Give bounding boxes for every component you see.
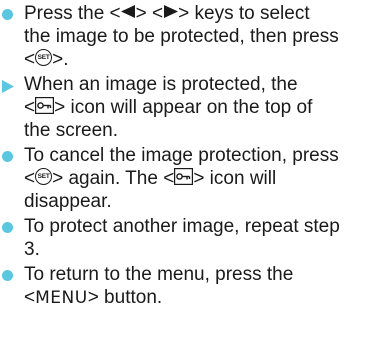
text-segment: < [24,49,36,70]
text-line: < > icon will appear on the top of [24,96,312,119]
instruction-list: Press the < > < > keys to select the image… [0,0,384,345]
text-segment: > button. [87,287,163,308]
right-triangle-icon [164,5,179,19]
text-line: < SET > again. The < > icon will [24,167,276,190]
text-segment: Press the < [24,3,121,24]
text-line: To cancel the image protection, press [24,144,339,167]
text-line: the image to be protected, then press [24,25,339,48]
set-button-icon: SET [35,49,53,67]
text-line: <MENU> button. [24,286,162,310]
set-button-icon: SET [35,168,53,186]
text-segment: To return to the menu, press the [24,264,294,285]
text-segment: > keys to select [178,3,310,24]
bullet-marker [2,270,13,281]
text-line: To return to the menu, press the [24,263,293,286]
text-segment: the screen. [24,120,118,141]
text-line: the screen. [24,119,118,142]
text-line: To protect another image, repeat step [24,215,340,238]
bullet-marker [2,222,13,233]
text-segment: < [24,287,36,308]
bullet-marker [2,151,13,162]
protect-key-icon [174,168,194,186]
menu-button-label: MENU [35,288,88,308]
text-segment: > again. The < [52,168,175,189]
left-triangle-icon [120,5,135,19]
text-segment: To cancel the image protection, press [24,145,339,166]
arrow-marker [2,80,14,93]
text-line: Press the < > < > keys to select [24,2,310,25]
protect-key-icon [35,97,55,115]
text-line: < SET >. [24,48,68,71]
text-line: 3. [24,238,40,261]
text-segment: To protect another image, repeat step [24,216,340,237]
text-segment: When an image is protected, the [24,74,298,95]
text-segment: disappear. [24,191,112,212]
text-segment: 3. [24,239,40,260]
text-segment: the image to be protected, then press [24,26,339,47]
text-segment: < [24,168,36,189]
text-segment: > icon will [193,168,277,189]
text-segment: < [24,97,36,118]
text-line: When an image is protected, the [24,73,298,96]
text-line: disappear. [24,190,112,213]
text-segment: > icon will appear on the top of [54,97,313,118]
bullet-marker [2,9,13,20]
text-segment: >. [52,49,69,70]
text-segment: > < [135,3,164,24]
